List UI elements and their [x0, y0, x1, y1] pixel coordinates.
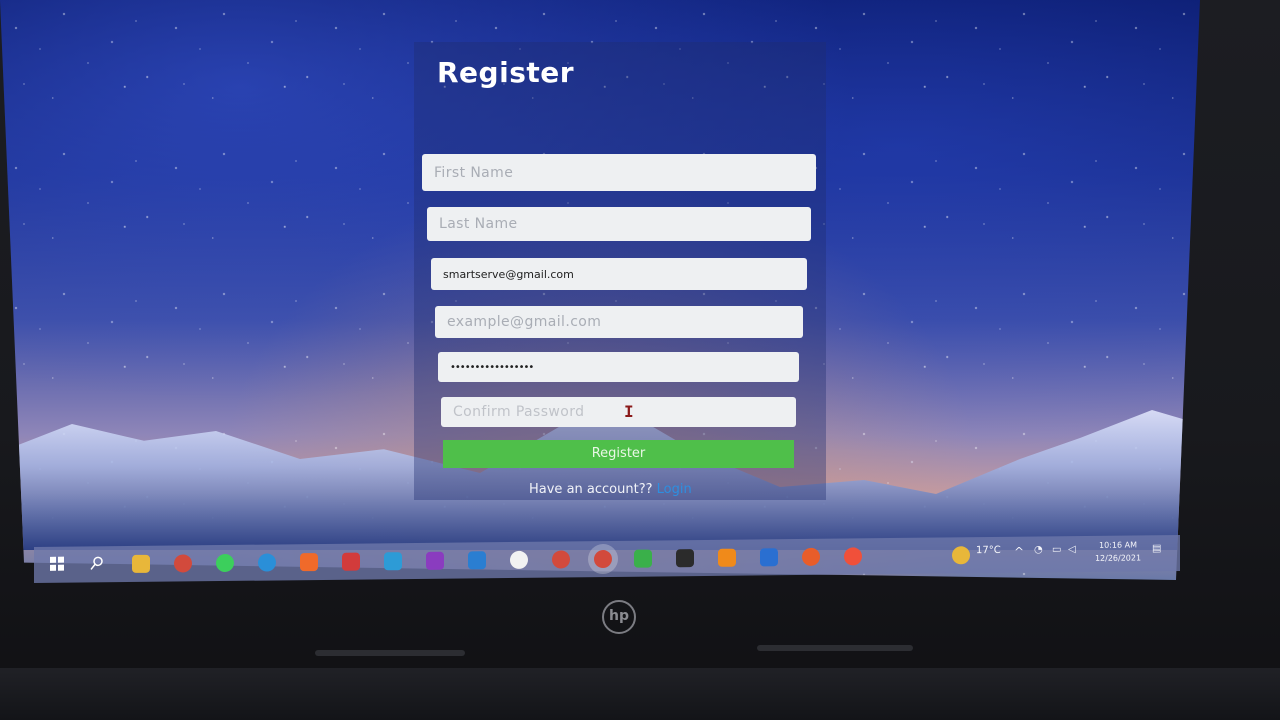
app-icon[interactable]: [510, 550, 528, 570]
secondary-email-input[interactable]: example@gmail.com: [435, 306, 803, 338]
drive-icon[interactable]: [634, 549, 652, 568]
clock-time: 10:16 AM: [1099, 540, 1137, 550]
chrome-active-icon[interactable]: [594, 549, 612, 569]
brave-icon[interactable]: [300, 553, 318, 572]
taskbar-clock[interactable]: 10:16 AM 12/26/2021: [1088, 538, 1148, 565]
login-link[interactable]: Login: [657, 482, 692, 497]
first-name-input[interactable]: First Name: [422, 154, 816, 191]
laptop-base: [0, 668, 1280, 720]
edge-icon[interactable]: [258, 553, 276, 572]
git-icon[interactable]: [844, 547, 862, 566]
file-explorer-icon[interactable]: [132, 554, 150, 573]
weather-icon: [952, 546, 970, 565]
hinge: [757, 645, 913, 651]
hp-logo: hp: [602, 600, 636, 634]
battery-icon[interactable]: ▭: [1052, 544, 1061, 555]
hinge: [315, 650, 465, 656]
windows-start-icon[interactable]: [48, 556, 66, 574]
confirm-password-input[interactable]: Confirm Password: [441, 397, 796, 427]
email-input[interactable]: smartserve@gmail.com: [431, 258, 807, 290]
todo-icon[interactable]: [384, 552, 402, 571]
sourcetree-icon[interactable]: [760, 548, 778, 567]
text-cursor-icon: I: [624, 402, 634, 421]
chevron-up-icon[interactable]: ^: [1014, 545, 1024, 559]
register-button[interactable]: Register: [443, 440, 794, 468]
password-input[interactable]: •••••••••••••••••: [438, 352, 799, 382]
page-title: Register: [437, 56, 575, 89]
notification-icon[interactable]: ▤: [1152, 543, 1161, 554]
volume-icon[interactable]: ◁: [1068, 544, 1076, 555]
onenote-icon[interactable]: [426, 551, 444, 570]
last-name-input[interactable]: Last Name: [427, 207, 811, 241]
have-account-text: Have an account??: [529, 482, 653, 497]
clock-date: 12/26/2021: [1094, 553, 1142, 563]
whatsapp-icon[interactable]: [216, 553, 234, 573]
devcpp-icon[interactable]: [342, 552, 360, 571]
search-icon[interactable]: [88, 555, 106, 573]
vscode-icon[interactable]: [468, 551, 486, 570]
weather-temp[interactable]: 17°C: [976, 545, 1001, 556]
wifi-icon[interactable]: ◔: [1034, 544, 1043, 555]
chrome-alt-icon[interactable]: [552, 550, 570, 569]
vlc-icon[interactable]: [718, 548, 736, 567]
login-prompt: Have an account?? Login: [529, 482, 692, 497]
postman-icon[interactable]: [802, 547, 820, 566]
terminal-icon[interactable]: [676, 549, 694, 568]
chrome-icon[interactable]: [174, 554, 192, 573]
